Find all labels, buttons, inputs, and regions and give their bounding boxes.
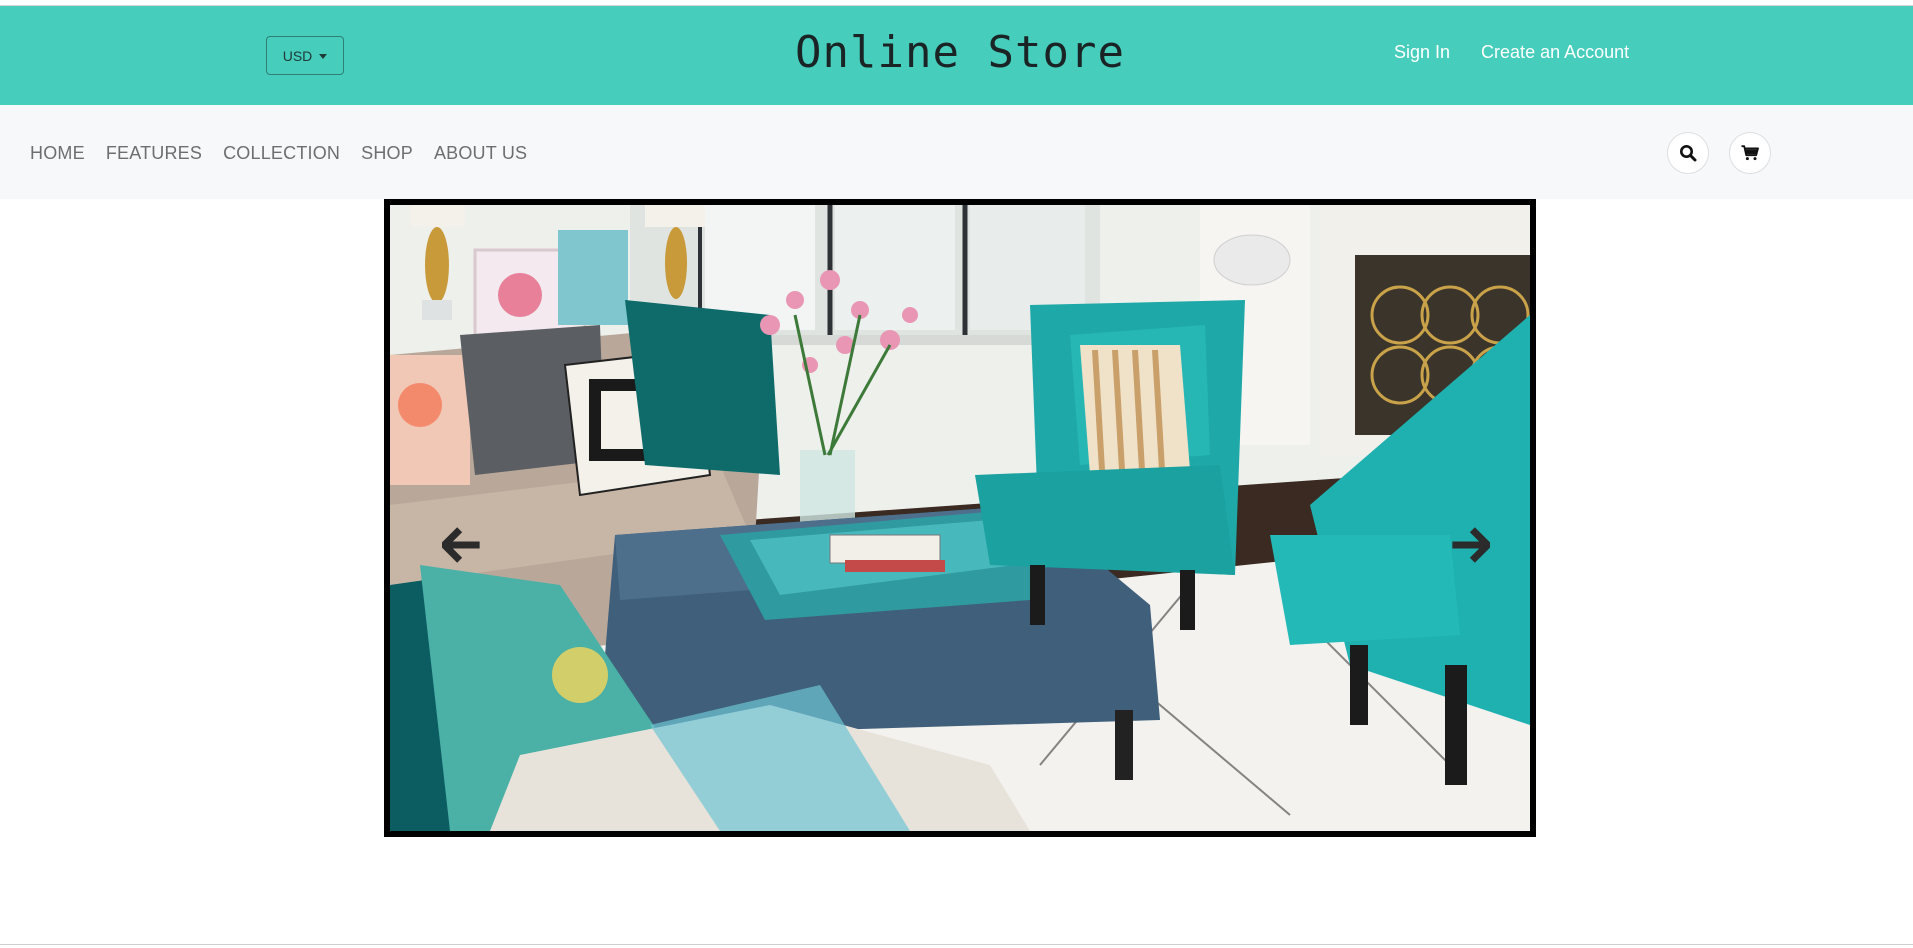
search-icon xyxy=(1680,145,1697,162)
nav-link-features[interactable]: FEATURES xyxy=(106,143,202,163)
top-header: USD Online Store Sign In Create an Accou… xyxy=(0,6,1913,105)
carousel-next-button[interactable] xyxy=(1450,525,1490,565)
nav-item-features: FEATURES xyxy=(106,141,202,165)
hero-image xyxy=(390,205,1530,831)
nav-link-about-us[interactable]: ABOUT US xyxy=(434,143,527,163)
create-account-link[interactable]: Create an Account xyxy=(1481,40,1629,64)
arrow-right-icon xyxy=(1452,527,1490,563)
sign-in-link[interactable]: Sign In xyxy=(1394,40,1450,64)
main-navbar: HOME FEATURES COLLECTION SHOP ABOUT US xyxy=(0,105,1913,199)
caret-down-icon xyxy=(319,53,328,59)
nav-menu: HOME FEATURES COLLECTION SHOP ABOUT US xyxy=(30,141,527,165)
page-bottom-divider xyxy=(0,944,1913,945)
cart-icon xyxy=(1741,145,1759,161)
carousel-prev-button[interactable] xyxy=(442,525,482,565)
search-button[interactable] xyxy=(1667,132,1709,174)
nav-link-shop[interactable]: SHOP xyxy=(361,143,413,163)
cart-button[interactable] xyxy=(1729,132,1771,174)
nav-item-collection: COLLECTION xyxy=(223,141,340,165)
nav-link-home[interactable]: HOME xyxy=(30,143,85,163)
living-room-illustration xyxy=(390,205,1530,831)
currency-dropdown[interactable]: USD xyxy=(266,36,344,75)
nav-item-about: ABOUT US xyxy=(434,141,527,165)
arrow-left-icon xyxy=(442,527,480,563)
nav-item-shop: SHOP xyxy=(361,141,413,165)
nav-link-collection[interactable]: COLLECTION xyxy=(223,143,340,163)
hero-carousel xyxy=(384,199,1536,837)
currency-selected: USD xyxy=(282,47,313,64)
nav-item-home: HOME xyxy=(30,141,85,165)
account-links: Sign In Create an Account xyxy=(1394,40,1629,64)
